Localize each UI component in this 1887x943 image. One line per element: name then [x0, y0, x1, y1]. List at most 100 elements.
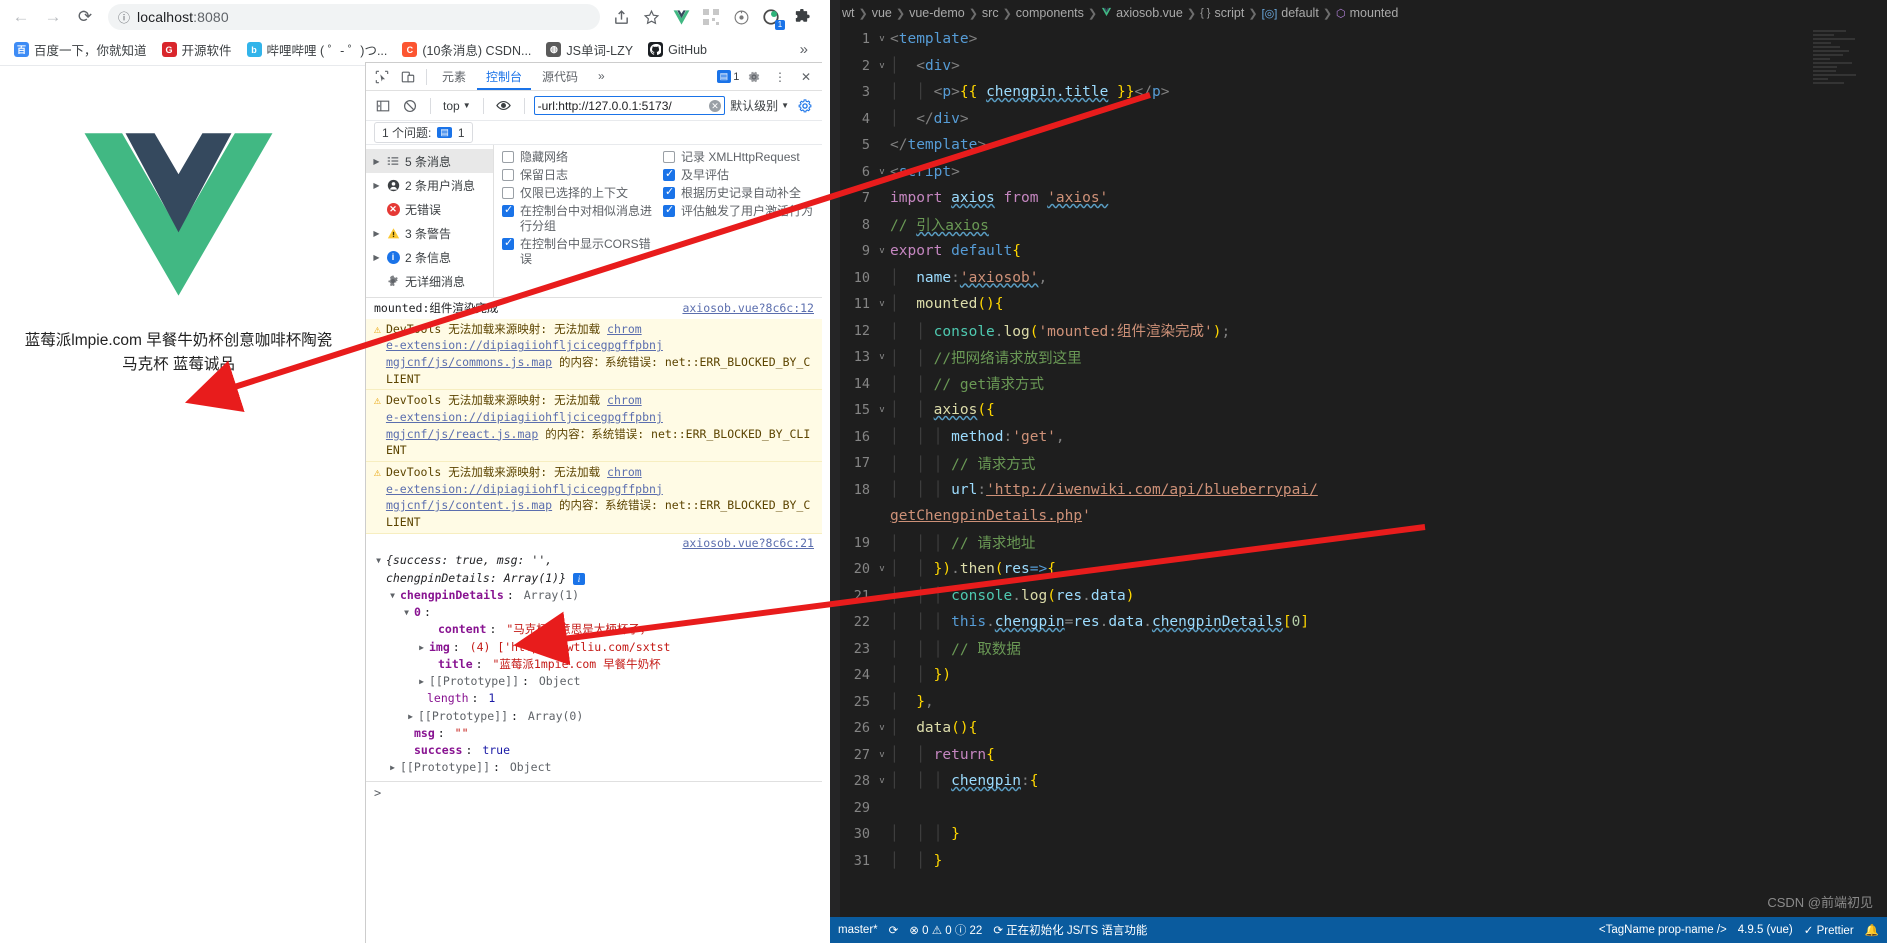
- object-tree-row[interactable]: content: "马克杯的意思是大柄杯子，: [374, 621, 816, 638]
- problems-indicator[interactable]: ⊗ 0 ⚠ 0 ⓘ 22: [909, 922, 982, 938]
- breadcrumb-item[interactable]: default: [1281, 6, 1319, 20]
- collapse-triangle-icon[interactable]: [374, 552, 383, 567]
- code-line[interactable]: 7 import axios from 'axios': [830, 185, 1887, 212]
- object-tree-row[interactable]: [[Prototype]]: Object: [374, 673, 816, 690]
- code-line[interactable]: getChengpinDetails.php': [830, 503, 1887, 530]
- object-tree-row[interactable]: img: (4) ['http://wwtliu.com/sxtst: [374, 639, 816, 656]
- console-warning-row[interactable]: ⚠ DevTools 无法加载来源映射: 无法加载 chrom e-extensi…: [366, 462, 822, 534]
- tab-elements[interactable]: 元素: [433, 64, 475, 90]
- object-tree-row[interactable]: chengpinDetails: Array(1): [374, 587, 816, 604]
- fold-toggle-icon[interactable]: v: [874, 776, 890, 786]
- code-line[interactable]: 22 │ │ │ this.chengpin=res.data.chengpinD…: [830, 609, 1887, 636]
- fold-toggle-icon[interactable]: v: [874, 750, 890, 760]
- object-tree-row[interactable]: length: 1: [374, 690, 816, 707]
- collapse-triangle-icon[interactable]: [402, 604, 411, 619]
- console-filter-input[interactable]: [537, 98, 710, 113]
- inspect-icon[interactable]: [370, 66, 394, 88]
- bell-icon[interactable]: 🔔: [1865, 923, 1879, 937]
- device-toolbar-icon[interactable]: [396, 66, 420, 88]
- expand-triangle-icon[interactable]: [406, 708, 415, 723]
- setting-eager-eval[interactable]: 及早评估: [663, 168, 818, 183]
- code-line[interactable]: 24 │ │ }): [830, 662, 1887, 689]
- breadcrumb-item[interactable]: axiosob.vue: [1116, 6, 1183, 20]
- console-source-link[interactable]: axiosob.vue?8c6c:12: [682, 300, 814, 317]
- breadcrumb-item[interactable]: script: [1214, 6, 1244, 20]
- tab-sources[interactable]: 源代码: [533, 64, 587, 90]
- git-branch-label[interactable]: master*: [838, 924, 878, 936]
- bookmark-item[interactable]: 百 百度一下，你就知道: [8, 37, 153, 62]
- sync-icon[interactable]: ⟳: [889, 923, 899, 937]
- clock-icon[interactable]: [728, 4, 754, 30]
- expand-triangle-icon[interactable]: [417, 639, 426, 654]
- code-editor-area[interactable]: 1 v <template> 2 v │ <div> 3 │ │ <p>{{ chengp…: [830, 26, 1887, 917]
- tabs-overflow-button[interactable]: »: [589, 65, 614, 88]
- address-bar[interactable]: ⓘ localhost:8080: [108, 4, 600, 30]
- code-line[interactable]: 9 v export default{: [830, 238, 1887, 265]
- sidebar-item-errors[interactable]: ✕ 无错误: [366, 197, 493, 221]
- console-filter-box[interactable]: ✕: [533, 96, 726, 115]
- forward-button[interactable]: →: [38, 2, 68, 32]
- close-icon[interactable]: ✕: [794, 66, 818, 88]
- share-icon[interactable]: [608, 4, 634, 30]
- code-line[interactable]: 8 // 引入axios: [830, 212, 1887, 239]
- setting-user-activation[interactable]: 评估触发了用户激活行为: [663, 204, 818, 234]
- setting-selected-context-only[interactable]: 仅限已选择的上下文: [502, 186, 657, 201]
- console-object-inspector[interactable]: {success: true, msg: '', chengpinDetails…: [366, 551, 822, 780]
- checkbox[interactable]: [502, 151, 514, 163]
- code-line[interactable]: 31 │ │ }: [830, 848, 1887, 875]
- console-warning-row[interactable]: ⚠ DevTools 无法加载来源映射: 无法加载 chrom e-extensi…: [366, 318, 822, 391]
- checkbox[interactable]: [502, 204, 514, 218]
- fold-toggle-icon[interactable]: v: [874, 34, 890, 44]
- code-line[interactable]: 29: [830, 795, 1887, 822]
- language-version[interactable]: 4.9.5 (vue): [1738, 924, 1793, 936]
- expand-triangle-icon[interactable]: ▶: [372, 181, 381, 190]
- fold-toggle-icon[interactable]: v: [874, 299, 890, 309]
- code-line[interactable]: 26 v │ data(){: [830, 715, 1887, 742]
- setting-autocomplete-history[interactable]: 根据历史记录自动补全: [663, 186, 818, 201]
- info-badge-icon[interactable]: i: [572, 572, 585, 585]
- object-tree-row[interactable]: 0:: [374, 604, 816, 621]
- task-status-text[interactable]: ⟳ 正在初始化 JS/TS 语言功能: [993, 922, 1147, 938]
- code-line[interactable]: 25 │ },: [830, 689, 1887, 716]
- code-line[interactable]: 11 v │ mounted(){: [830, 291, 1887, 318]
- setting-hide-network[interactable]: 隐藏网络: [502, 150, 657, 165]
- issues-button[interactable]: 1 个问题: ▤ 1: [374, 122, 473, 143]
- site-info-icon[interactable]: ⓘ: [118, 9, 130, 26]
- sidebar-item-user-messages[interactable]: ▶ 2 条用户消息: [366, 173, 493, 197]
- checkbox[interactable]: [663, 204, 675, 218]
- code-line[interactable]: 23 │ │ │ // 取数据: [830, 636, 1887, 663]
- prettier-status[interactable]: ✓ Prettier: [1804, 923, 1854, 937]
- expand-triangle-icon[interactable]: ▶: [372, 253, 381, 262]
- code-line[interactable]: 21 │ │ │ console.log(res.data): [830, 583, 1887, 610]
- code-line[interactable]: 27 v │ │ return{: [830, 742, 1887, 769]
- object-tree-row[interactable]: [[Prototype]]: Array(0): [374, 708, 816, 725]
- code-line[interactable]: 17 │ │ │ // 请求方式: [830, 450, 1887, 477]
- object-tree-row[interactable]: title: "蓝莓派1mpie.com 早餐牛奶杯: [374, 656, 816, 673]
- message-icon[interactable]: ▤ 1: [716, 66, 740, 88]
- breadcrumb-item[interactable]: components: [1016, 6, 1084, 20]
- kebab-menu-icon[interactable]: ⋮: [768, 66, 792, 88]
- sidebar-item-messages[interactable]: ▶ 5 条消息: [366, 149, 493, 173]
- code-line[interactable]: 20 v │ │ }).then(res=>{: [830, 556, 1887, 583]
- breadcrumb-item[interactable]: wt: [842, 6, 855, 20]
- bookmark-item[interactable]: b 哔哩哔哩 ( ゜- ゜)つ...: [241, 37, 394, 62]
- console-prompt[interactable]: >: [366, 780, 822, 805]
- bookmark-item[interactable]: G 开源软件: [156, 37, 238, 62]
- sidebar-toggle-icon[interactable]: [372, 96, 394, 116]
- expand-triangle-icon[interactable]: ▶: [372, 157, 381, 166]
- tab-console[interactable]: 控制台: [477, 64, 531, 90]
- extension-badge-icon[interactable]: 1: [758, 4, 785, 30]
- code-line[interactable]: 30 │ │ │ }: [830, 821, 1887, 848]
- clear-filter-icon[interactable]: ✕: [709, 99, 722, 112]
- checkbox[interactable]: [663, 186, 675, 200]
- code-line[interactable]: 14 │ │ // get请求方式: [830, 371, 1887, 398]
- fold-toggle-icon[interactable]: v: [874, 352, 890, 362]
- qr-icon[interactable]: [698, 4, 724, 30]
- fold-toggle-icon[interactable]: v: [874, 61, 890, 71]
- code-line[interactable]: 28 v │ │ │ chengpin:{: [830, 768, 1887, 795]
- code-line[interactable]: 18 │ │ │ url:'http://iwenwiki.com/api/blu…: [830, 477, 1887, 504]
- code-line[interactable]: 1 v <template>: [830, 26, 1887, 53]
- breadcrumb-item[interactable]: vue-demo: [909, 6, 965, 20]
- reload-button[interactable]: ⟳: [70, 2, 100, 32]
- code-line[interactable]: 10 │ name:'axiosob',: [830, 265, 1887, 292]
